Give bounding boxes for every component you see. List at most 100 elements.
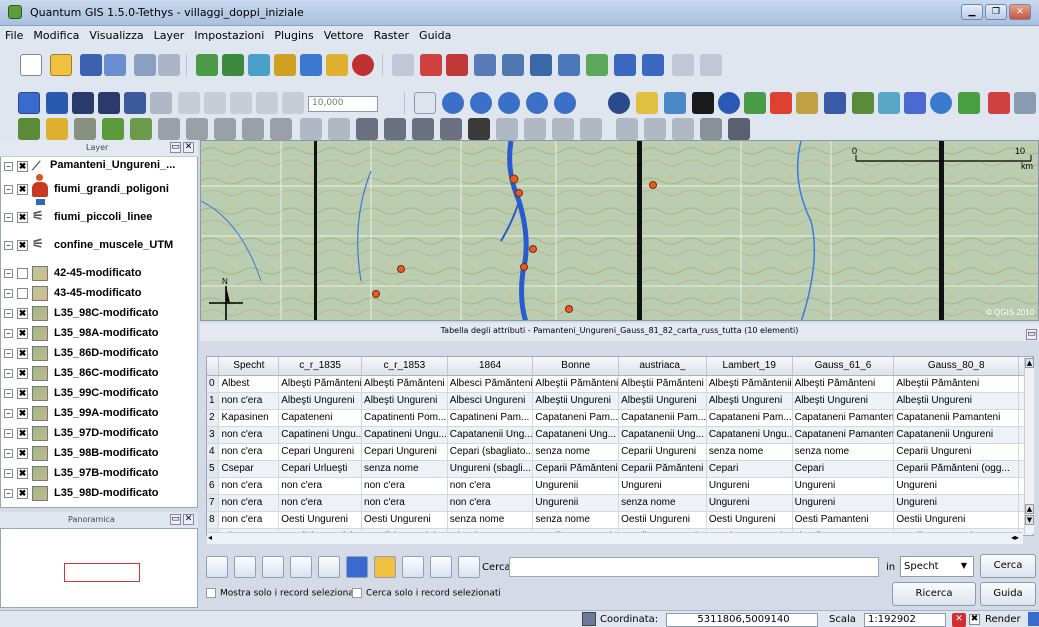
table-row[interactable]: 6 non c'era non c'era non c'era non c'era Ung… (207, 477, 1033, 495)
table-cell[interactable]: non c'era (218, 494, 280, 512)
layer-item[interactable]: − ✖ L35_97D-modificato (2, 424, 196, 444)
table-cell[interactable]: Ungurenii (532, 477, 620, 495)
table-row[interactable]: 2 Kapasinen Capateneni Capatinenti Pom... Ca… (207, 409, 1033, 427)
dock-close-icon[interactable]: ✕ (183, 514, 194, 525)
coordinate-toggle-icon[interactable] (582, 612, 596, 626)
table-cell[interactable]: Albeşti Pămănteni (361, 375, 448, 393)
move-annotation-icon[interactable] (728, 118, 750, 140)
toggle-edit-icon[interactable] (346, 556, 368, 578)
star-feature-icon[interactable] (46, 118, 68, 140)
table-cell[interactable]: Ungurenii (532, 494, 620, 512)
zoom-to-selected-icon[interactable] (318, 556, 340, 578)
offset-curve-icon[interactable] (130, 118, 152, 140)
scroll-up-icon[interactable]: ▲ (1025, 504, 1034, 514)
layer-item[interactable]: − ✖ L35_98A-modificato (2, 324, 196, 344)
delete-ring-icon[interactable] (186, 118, 208, 140)
annotation-tool-icon[interactable] (616, 118, 638, 140)
table-cell[interactable]: non c'era (278, 477, 363, 495)
label-tool-icon[interactable] (672, 54, 694, 76)
delimited-text-icon[interactable] (744, 92, 766, 114)
table-cell[interactable]: Oesti Pamanteni (792, 511, 895, 529)
column-header[interactable]: Gauss_61_6 (792, 357, 895, 376)
new-project-icon[interactable] (20, 54, 42, 76)
text-annotation-icon[interactable] (700, 54, 722, 76)
remove-selection-icon[interactable] (206, 556, 228, 578)
table-cell[interactable]: Capatanenii Pam... (618, 409, 707, 427)
osm-plugin-icon[interactable] (904, 92, 926, 114)
polygon-tool-icon[interactable] (440, 118, 462, 140)
move-vertex-icon[interactable] (74, 118, 96, 140)
zoom-in-icon[interactable] (442, 92, 464, 114)
redo-icon[interactable] (328, 118, 350, 140)
table-cell[interactable]: Albesci Ungureni (447, 392, 534, 410)
search-selected-only-checkbox[interactable]: Cerca solo i record selezionati (352, 588, 501, 599)
table-cell[interactable]: Capatineni Pam... (447, 409, 534, 427)
svg-annotation-icon[interactable] (672, 118, 694, 140)
table-cell[interactable]: Ceparii Pămănteni (532, 460, 620, 478)
column-header[interactable]: c_r_1853 (361, 357, 448, 376)
add-vector-layer-icon[interactable] (196, 54, 218, 76)
help-button[interactable]: Guida (980, 582, 1036, 606)
toggle-editing-icon[interactable] (392, 54, 414, 76)
table-cell[interactable]: Cepari (sbagliato... (447, 443, 534, 461)
table-cell[interactable]: Albeştii Pămănteni (618, 375, 707, 393)
save-as-icon[interactable] (104, 54, 126, 76)
row-number[interactable]: 2 (207, 409, 220, 427)
add-island-icon[interactable] (282, 92, 304, 114)
more-tools-icon[interactable] (1014, 92, 1036, 114)
html-annotation-icon[interactable] (700, 118, 722, 140)
row-number[interactable]: 3 (207, 426, 220, 444)
table-cell[interactable]: senza nome (618, 494, 707, 512)
table-cell[interactable]: Ungureni (792, 477, 895, 495)
table-cell[interactable]: Cepari (706, 460, 793, 478)
add-spatialite-layer-icon[interactable] (274, 54, 296, 76)
table-cell[interactable]: Ceparii Pămănteni (ogg... (893, 460, 1019, 478)
scroll-up-icon[interactable]: ▲ (1025, 358, 1034, 368)
menu-layer[interactable]: Layer (149, 26, 190, 42)
table-row[interactable]: 0 Albest Albeşti Pămănteni Albeşti Pămănten… (207, 375, 1033, 393)
table-cell[interactable]: non c'era (447, 494, 534, 512)
table-cell[interactable]: senza nome (447, 511, 534, 529)
layer-visibility-checkbox[interactable]: ✖ (17, 368, 28, 379)
invert-selection-icon[interactable] (262, 556, 284, 578)
layer-item[interactable]: −43-45-modificato (2, 284, 196, 304)
paste-features-icon[interactable] (230, 92, 252, 114)
delete-part-icon[interactable] (214, 118, 236, 140)
form-annotation-icon[interactable] (644, 118, 666, 140)
expand-icon[interactable]: − (4, 162, 13, 171)
add-ring-icon[interactable] (256, 92, 278, 114)
attribute-table[interactable]: Specht c_r_1835 c_r_1853 1864 Bonne aust… (206, 356, 1034, 536)
layer-item[interactable]: − ✖ L35_86D-modificato (2, 344, 196, 364)
scale-field[interactable]: 10,000 (308, 96, 378, 112)
table-cell[interactable]: Capataneni Pam... (532, 409, 620, 427)
table-cell[interactable]: Capatanenii Ung... (618, 426, 707, 444)
terrain-tool-icon[interactable] (958, 92, 980, 114)
minimize-button[interactable]: ▁ (961, 4, 983, 20)
table-cell[interactable]: non c'era (218, 511, 280, 529)
gps-tools-icon[interactable] (636, 92, 658, 114)
dock-close-icon[interactable]: ✕ (183, 142, 194, 153)
table-cell[interactable]: senza nome (532, 511, 620, 529)
layer-item[interactable]: − ✖ L35_98B-modificato (2, 444, 196, 464)
layer-visibility-checkbox[interactable]: ✖ (17, 184, 28, 195)
measure-icon[interactable] (502, 54, 524, 76)
layer-item[interactable]: − ✖ ⚟ confine_muscele_UTM (2, 236, 196, 256)
dock-float-icon[interactable]: ▭ (170, 142, 181, 153)
column-header[interactable]: Lambert_19 (706, 357, 793, 376)
table-cell[interactable]: Ungureni (893, 477, 1019, 495)
shapefile-import-icon[interactable] (852, 92, 874, 114)
table-cell[interactable]: Ungureni (792, 494, 895, 512)
dock-float-icon[interactable]: ▭ (1026, 329, 1037, 340)
layer-visibility-checkbox[interactable]: ✖ (17, 240, 28, 251)
new-column-icon[interactable] (402, 556, 424, 578)
table-cell[interactable]: Capataneni Ung... (532, 426, 620, 444)
table-cell[interactable]: Albesci Pămănteni (447, 375, 534, 393)
scroll-right-icon[interactable]: ◂▸ (1011, 533, 1019, 542)
north-arrow-icon[interactable] (718, 92, 740, 114)
table-cell[interactable]: Albeşti Pămănteni (792, 375, 895, 393)
add-raster-layer-icon[interactable] (222, 54, 244, 76)
table-cell[interactable]: Albeştii Ungureni (618, 392, 707, 410)
column-header[interactable]: Bonne (532, 357, 620, 376)
table-cell[interactable]: Albest (218, 375, 280, 393)
ellipse-tool-icon[interactable] (412, 118, 434, 140)
